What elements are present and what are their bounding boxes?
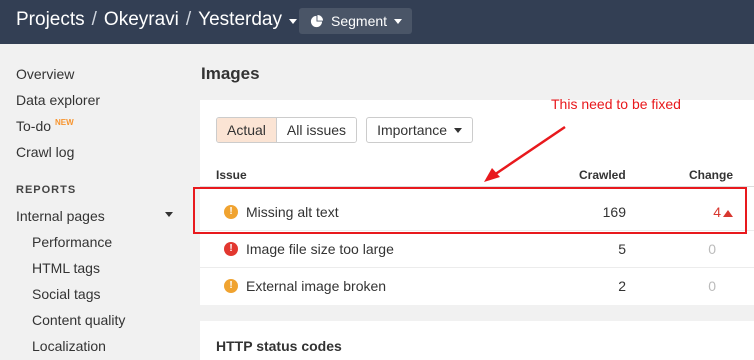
sidebar-item-content-quality[interactable]: Content quality: [32, 312, 125, 328]
sidebar-group-internal-pages[interactable]: Internal pages: [16, 208, 105, 224]
column-header-issue[interactable]: Issue: [216, 168, 247, 182]
table-row[interactable]: ! External image broken 2 0: [200, 267, 754, 304]
chevron-down-icon[interactable]: [288, 18, 297, 24]
annotation-highlight-box: [193, 187, 747, 234]
error-icon: !: [224, 242, 238, 256]
sidebar-item-crawl-log[interactable]: Crawl log: [16, 144, 74, 160]
breadcrumb-projects[interactable]: Projects: [16, 9, 85, 31]
filter-bar: Actual All issues Importance: [216, 117, 474, 143]
chevron-down-icon[interactable]: [165, 212, 173, 217]
breadcrumb-separator: /: [185, 9, 192, 30]
issue-filter-toggle: Actual All issues: [216, 117, 358, 143]
sidebar-item-data-explorer[interactable]: Data explorer: [16, 92, 100, 108]
segment-label: Segment: [331, 13, 388, 29]
crawled-count[interactable]: 5: [618, 241, 626, 257]
issue-name[interactable]: External image broken: [246, 278, 386, 294]
filter-all-issues-button[interactable]: All issues: [276, 118, 357, 142]
sidebar-section-heading: REPORTS: [16, 184, 77, 196]
annotation-text: This need to be fixed: [551, 96, 681, 112]
section-title: HTTP status codes: [216, 338, 342, 354]
filter-actual-button[interactable]: Actual: [217, 118, 277, 142]
sidebar-item-todo[interactable]: To-do NEW: [16, 118, 74, 134]
issue-name[interactable]: Image file size too large: [246, 241, 394, 257]
column-header-crawled[interactable]: Crawled: [579, 168, 626, 182]
table-row[interactable]: ! Image file size too large 5 0: [200, 230, 754, 267]
chevron-down-icon: [454, 127, 463, 133]
top-bar: Projects / Okeyravi / Yesterday Segment: [0, 0, 754, 44]
column-header-change[interactable]: Change: [689, 168, 733, 182]
breadcrumb-date[interactable]: Yesterday: [198, 9, 282, 31]
importance-label: Importance: [377, 122, 448, 138]
pie-chart-icon: [310, 14, 323, 27]
warning-icon: !: [224, 279, 238, 293]
sidebar-item-label: To-do: [16, 118, 52, 134]
sidebar-item-social-tags[interactable]: Social tags: [32, 286, 100, 302]
crawled-count[interactable]: 2: [618, 278, 626, 294]
sidebar-item-localization[interactable]: Localization: [32, 338, 106, 354]
new-badge: NEW: [55, 118, 74, 127]
page-title: Images: [201, 64, 260, 83]
segment-button[interactable]: Segment: [299, 8, 412, 34]
sidebar-item-html-tags[interactable]: HTML tags: [32, 260, 100, 276]
breadcrumb: Projects / Okeyravi / Yesterday: [16, 9, 297, 31]
sidebar-item-overview[interactable]: Overview: [16, 66, 74, 82]
sidebar-item-performance[interactable]: Performance: [32, 234, 112, 250]
breadcrumb-separator: /: [91, 9, 97, 30]
importance-dropdown[interactable]: Importance: [366, 117, 474, 143]
change-value: 0: [708, 278, 716, 294]
breadcrumb-project-name[interactable]: Okeyravi: [104, 9, 179, 31]
chevron-down-icon: [394, 18, 403, 24]
change-value: 0: [708, 241, 716, 257]
